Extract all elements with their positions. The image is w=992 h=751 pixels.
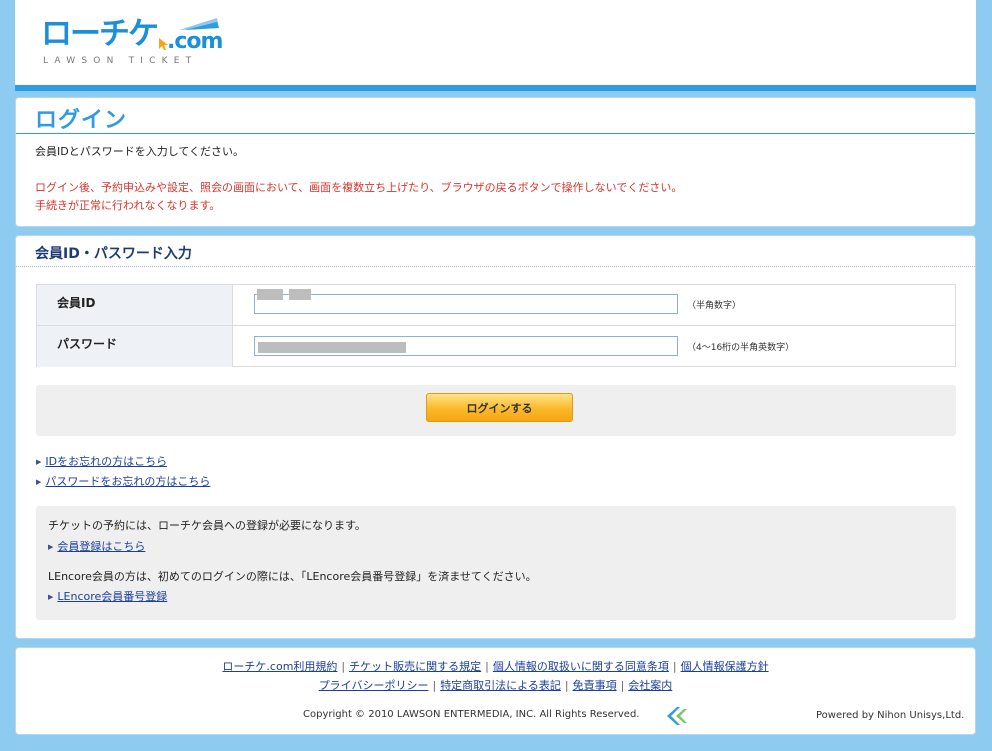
forgot-id-row: ▶ IDをお忘れの方はこちら bbox=[36, 453, 167, 469]
footer-link-ticket-rules[interactable]: チケット販売に関する規定 bbox=[349, 660, 481, 673]
password-hint: （4～16桁の半角英数字） bbox=[687, 343, 795, 353]
logo-cursor-icon bbox=[159, 38, 168, 50]
login-form-panel: 会員ID・パスワード入力 会員ID （半角数字） パスワード （4～16桁の半角… bbox=[15, 235, 976, 639]
footer-link-disclaimer[interactable]: 免責事項 bbox=[573, 679, 617, 692]
lencore-register-link[interactable]: LEncore会員番号登録 bbox=[57, 590, 167, 603]
lencore-link-row: ▶ LEncore会員番号登録 bbox=[48, 588, 167, 604]
register-link-row: ▶ 会員登録はこちら bbox=[48, 538, 145, 554]
footer-link-terms[interactable]: ローチケ.com利用規約 bbox=[222, 660, 337, 673]
powered-by-text: Powered by Nihon Unisys,Ltd. bbox=[816, 710, 965, 721]
copyright-text: Copyright © 2010 LAWSON ENTERMEDIA, INC.… bbox=[303, 709, 640, 720]
password-input[interactable] bbox=[254, 336, 678, 356]
member-id-label: 会員ID bbox=[37, 285, 233, 325]
entermedia-logo-icon bbox=[667, 707, 687, 725]
title-divider bbox=[16, 133, 975, 134]
logo-com-text: .com bbox=[167, 29, 223, 54]
password-row: パスワード （4～16桁の半角英数字） bbox=[37, 326, 955, 367]
login-form-table: 会員ID （半角数字） パスワード （4～16桁の半角英数字） bbox=[36, 284, 956, 367]
forgot-password-link[interactable]: パスワードをお忘れの方はこちら bbox=[45, 475, 210, 488]
section-divider bbox=[16, 266, 975, 267]
footer-link-commerce-law[interactable]: 特定商取引法による表記 bbox=[440, 679, 561, 692]
register-link[interactable]: 会員登録はこちら bbox=[57, 540, 145, 553]
forgot-password-row: ▶ パスワードをお忘れの方はこちら bbox=[36, 473, 210, 489]
footer-links-row2: プライバシーポリシー | 特定商取引法による表記 | 免責事項 | 会社案内 bbox=[318, 679, 673, 692]
member-id-row: 会員ID （半角数字） bbox=[37, 285, 955, 326]
site-header: ローチケ .com LAWSON TICKET bbox=[15, 0, 976, 91]
logo-main-text: ローチケ bbox=[41, 16, 159, 52]
footer-links-row1: ローチケ.com利用規約 | チケット販売に関する規定 | 個人情報の取扱いに関する同意… bbox=[222, 660, 769, 673]
warning-text-line1: ログイン後、予約申込みや設定、照会の画面において、画面を複数立ち上げたり、ブラウ… bbox=[35, 181, 683, 194]
lawson-ticket-logo[interactable]: ローチケ .com LAWSON TICKET bbox=[41, 16, 223, 68]
login-button-area: ログインする bbox=[36, 385, 956, 436]
warning-text-line2: 手続きが正常に行われなくなります。 bbox=[35, 199, 221, 212]
site-footer: ローチケ.com利用規約 | チケット販売に関する規定 | 個人情報の取扱いに関する同意… bbox=[15, 647, 976, 735]
intro-text: 会員IDとパスワードを入力してください。 bbox=[35, 145, 245, 158]
footer-link-company[interactable]: 会社案内 bbox=[628, 679, 672, 692]
password-label: パスワード bbox=[37, 326, 233, 367]
footer-link-privacy-consent[interactable]: 個人情報の取扱いに関する同意条項 bbox=[493, 660, 669, 673]
triangle-bullet-icon: ▶ bbox=[36, 458, 42, 466]
registration-info-box: チケットの予約には、ローチケ会員への登録が必要になります。 ▶ 会員登録はこちら … bbox=[36, 506, 956, 620]
logo-subtitle: LAWSON TICKET bbox=[43, 56, 198, 66]
footer-link-privacy-policy[interactable]: プライバシーポリシー bbox=[319, 679, 429, 692]
form-section-title: 会員ID・パスワード入力 bbox=[35, 246, 192, 262]
login-intro-panel: ログイン 会員IDとパスワードを入力してください。 ログイン後、予約申込みや設定… bbox=[15, 97, 976, 227]
member-id-hint: （半角数字） bbox=[687, 301, 742, 311]
page-title: ログイン bbox=[35, 108, 128, 133]
register-info-text: チケットの予約には、ローチケ会員への登録が必要になります。 bbox=[48, 519, 366, 532]
member-id-input[interactable] bbox=[254, 294, 678, 314]
triangle-bullet-icon: ▶ bbox=[48, 543, 54, 551]
forgot-id-link[interactable]: IDをお忘れの方はこちら bbox=[45, 455, 167, 468]
footer-link-privacy-policy-jp[interactable]: 個人情報保護方針 bbox=[681, 660, 769, 673]
lencore-info-text: LEncore会員の方は、初めてのログインの際には、「LEncore会員番号登録… bbox=[48, 570, 537, 583]
triangle-bullet-icon: ▶ bbox=[48, 593, 54, 601]
login-button[interactable]: ログインする bbox=[426, 393, 573, 422]
triangle-bullet-icon: ▶ bbox=[36, 478, 42, 486]
